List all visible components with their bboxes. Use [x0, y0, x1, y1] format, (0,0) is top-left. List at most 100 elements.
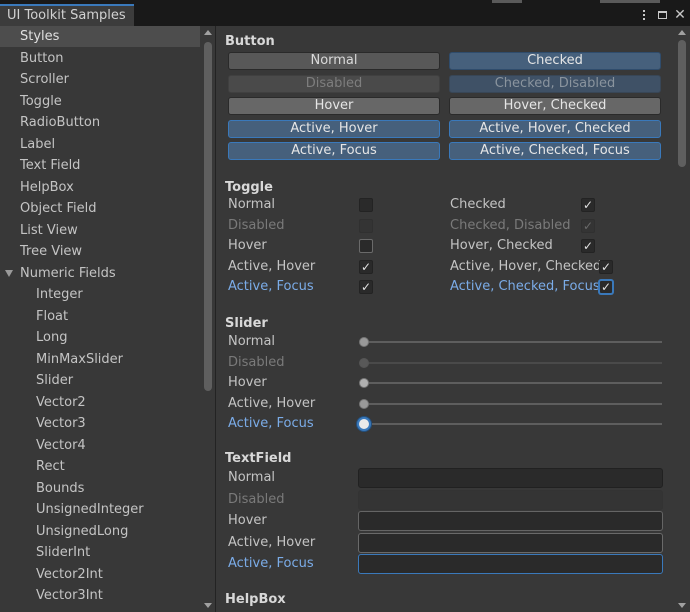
sidebar-item-button[interactable]: Button [0, 48, 200, 69]
strip-segment [492, 0, 522, 3]
sidebar-item-styles[interactable]: Styles [0, 26, 200, 47]
sidebar-item-scroller[interactable]: Scroller [0, 69, 200, 90]
slider-label-active-hover: Active, Hover [228, 395, 316, 411]
slider-handle-active-hover[interactable] [359, 398, 369, 409]
toggle-checkbox-normal[interactable] [359, 198, 373, 212]
maximize-icon[interactable] [656, 8, 668, 22]
sidebar-item-helpbox[interactable]: HelpBox [0, 177, 200, 198]
toggle-checkbox-active-hover[interactable]: ✓ [359, 259, 373, 274]
toggle-label-normal: Normal [228, 197, 276, 212]
sidebar-item-list-view[interactable]: List View [0, 220, 200, 241]
toggle-checkbox-checked[interactable]: ✓ [581, 198, 595, 212]
textfield-label-active-focus: Active, Focus [228, 556, 314, 571]
slider-track-active-hover[interactable] [363, 402, 662, 405]
sidebar-item-numeric-fields[interactable]: Numeric Fields [0, 263, 200, 284]
toggle-checkbox-hover-checked[interactable]: ✓ [581, 239, 595, 253]
slider-label-active-focus: Active, Focus [228, 416, 314, 431]
sidebar-item-vector3[interactable]: Vector3 [0, 413, 200, 434]
textfield-normal[interactable] [358, 468, 663, 488]
toggle-checkbox-active-hover-checked[interactable]: ✓ [599, 259, 613, 274]
sidebar-item-sliderint[interactable]: SliderInt [0, 542, 200, 563]
sidebar-item-toggle[interactable]: Toggle [0, 91, 200, 112]
sidebar-item-long[interactable]: Long [0, 327, 200, 348]
scroll-down-arrow-icon[interactable] [204, 603, 212, 608]
sidebar-item-vector3int[interactable]: Vector3Int [0, 585, 200, 606]
textfield-label-normal: Normal [228, 470, 276, 485]
sidebar-item-object-field[interactable]: Object Field [0, 198, 200, 219]
sidebar-item-vector4[interactable]: Vector4 [0, 435, 200, 456]
sidebar-item-unsignedlong[interactable]: UnsignedLong [0, 521, 200, 542]
sidebar-item-tree-view[interactable]: Tree View [0, 241, 200, 262]
button-section-title: Button [225, 34, 275, 49]
slider-handle-active-focus[interactable] [357, 417, 371, 431]
sidebar-item-float[interactable]: Float [0, 306, 200, 327]
slider-track-active-focus[interactable] [363, 423, 662, 425]
kebab-menu-icon[interactable] [638, 8, 650, 22]
button-disabled[interactable]: Disabled [228, 74, 440, 93]
toggle-checkbox-hover[interactable] [359, 239, 373, 253]
tab-bar: UI Toolkit Samples ✕ [0, 4, 690, 26]
samples-window: Styles Button Scroller Toggle RadioButto… [0, 26, 690, 612]
textfield-label-active-hover: Active, Hover [228, 534, 316, 550]
window-controls: ✕ [638, 4, 686, 26]
expand-arrow-icon[interactable] [5, 269, 13, 277]
button-active-checked-focus[interactable]: Active, Checked, Focus [449, 142, 661, 160]
slider-handle-normal[interactable] [359, 337, 369, 347]
toggle-label-active-hover-checked: Active, Hover, Checked [450, 258, 602, 274]
textfield-label-disabled: Disabled [228, 491, 285, 507]
button-normal[interactable]: Normal [228, 52, 440, 70]
sidebar-item-rect[interactable]: Rect [0, 456, 200, 477]
button-checked[interactable]: Checked [449, 52, 661, 70]
button-active-hover-checked[interactable]: Active, Hover, Checked [449, 119, 661, 138]
toggle-label-hover: Hover [228, 238, 267, 253]
textfield-section-title: TextField [225, 451, 292, 466]
sidebar-item-label[interactable]: Label [0, 134, 200, 155]
textfield-label-hover: Hover [228, 513, 267, 528]
content-scrollbar[interactable] [676, 26, 689, 612]
sidebar-item-bounds[interactable]: Bounds [0, 478, 200, 499]
close-icon[interactable]: ✕ [674, 8, 686, 22]
toggle-section-title: Toggle [225, 180, 273, 195]
toggle-checkbox-active-checked-focus[interactable]: ✓ [599, 280, 613, 294]
sidebar-item-text-field[interactable]: Text Field [0, 155, 200, 176]
sidebar-item-vector2int[interactable]: Vector2Int [0, 564, 200, 585]
slider-label-disabled: Disabled [228, 354, 285, 370]
scroll-down-arrow-icon[interactable] [678, 603, 686, 608]
sidebar-scrollbar[interactable] [202, 26, 215, 612]
textfield-hover[interactable] [358, 511, 663, 531]
button-active-hover[interactable]: Active, Hover [228, 119, 440, 138]
slider-track-hover[interactable] [363, 382, 662, 384]
sidebar-item-integer[interactable]: Integer [0, 284, 200, 305]
sidebar: Styles Button Scroller Toggle RadioButto… [0, 26, 216, 612]
sidebar-scroll-thumb[interactable] [204, 42, 212, 391]
toggle-checkbox-checked-disabled[interactable]: ✓ [581, 218, 595, 233]
slider-label-hover: Hover [228, 375, 267, 390]
window-tab[interactable]: UI Toolkit Samples [0, 4, 134, 26]
sidebar-item-radiobutton[interactable]: RadioButton [0, 112, 200, 133]
slider-handle-hover[interactable] [359, 378, 369, 388]
toggle-label-active-hover: Active, Hover [228, 258, 316, 274]
scroll-up-arrow-icon[interactable] [204, 30, 212, 35]
toggle-checkbox-disabled[interactable] [359, 218, 373, 233]
slider-handle-disabled[interactable] [359, 357, 369, 368]
scroll-up-arrow-icon[interactable] [678, 30, 686, 35]
sidebar-item-slider[interactable]: Slider [0, 370, 200, 391]
button-active-focus[interactable]: Active, Focus [228, 142, 440, 160]
helpbox-section-title: HelpBox [225, 592, 286, 607]
textfield-active-focus[interactable] [358, 554, 663, 574]
slider-track-normal[interactable] [363, 341, 662, 343]
sidebar-item-unsignedinteger[interactable]: UnsignedInteger [0, 499, 200, 520]
button-hover[interactable]: Hover [228, 97, 440, 115]
sidebar-item-minmaxslider[interactable]: MinMaxSlider [0, 349, 200, 370]
toggle-label-checked-disabled: Checked, Disabled [450, 217, 571, 233]
textfield-active-hover[interactable] [358, 532, 663, 553]
button-checked-disabled[interactable]: Checked, Disabled [449, 74, 661, 93]
button-hover-checked[interactable]: Hover, Checked [449, 97, 661, 115]
toggle-label-active-focus: Active, Focus [228, 279, 314, 294]
sidebar-item-vector2[interactable]: Vector2 [0, 392, 200, 413]
content-scroll-thumb[interactable] [678, 40, 686, 167]
styles-content: Button Normal Disabled Hover Active, Hov… [217, 26, 690, 612]
toggle-checkbox-active-focus[interactable]: ✓ [359, 280, 373, 294]
textfield-disabled[interactable] [358, 489, 663, 510]
slider-track-disabled[interactable] [363, 361, 662, 364]
